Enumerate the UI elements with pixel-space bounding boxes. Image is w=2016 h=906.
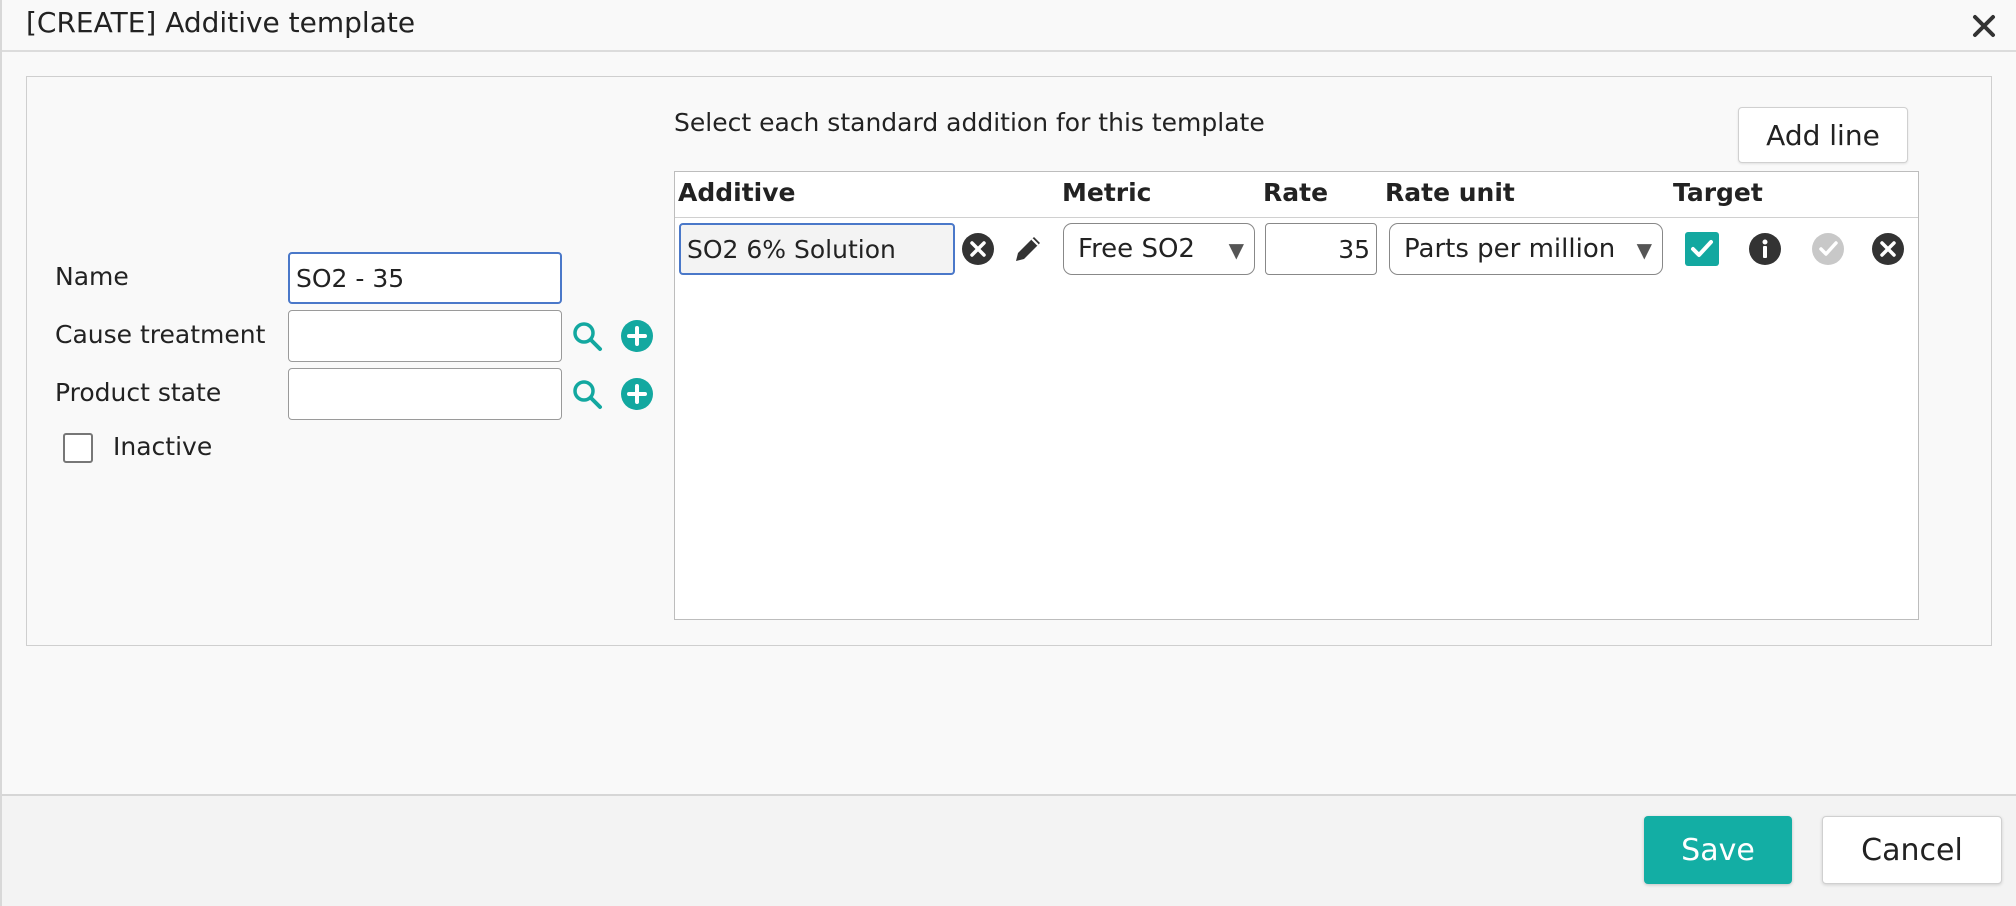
cause-treatment-search-icon[interactable] — [570, 319, 604, 353]
info-icon[interactable] — [1748, 232, 1782, 266]
rate-input[interactable]: 35 — [1265, 223, 1377, 275]
inactive-checkbox[interactable] — [63, 433, 93, 463]
cause-treatment-input[interactable] — [288, 310, 562, 362]
rate-unit-select-value: Parts per million — [1404, 234, 1616, 264]
product-state-input[interactable] — [288, 368, 562, 420]
target-checkbox[interactable] — [1685, 232, 1719, 266]
dialog-title: [CREATE] Additive template — [26, 6, 416, 39]
product-state-label: Product state — [55, 378, 222, 407]
cause-treatment-label: Cause treatment — [55, 320, 266, 349]
name-input[interactable]: SO2 - 35 — [288, 252, 562, 304]
column-header-rate-unit: Rate unit — [1385, 178, 1515, 207]
confirm-check-icon[interactable] — [1811, 232, 1845, 266]
chevron-down-icon: ▼ — [1636, 238, 1652, 262]
rate-unit-select[interactable]: Parts per million ▼ — [1389, 223, 1663, 275]
column-header-rate: Rate — [1263, 178, 1329, 207]
column-header-additive: Additive — [678, 178, 796, 207]
additions-instruction: Select each standard addition for this t… — [674, 108, 1265, 137]
chevron-down-icon: ▼ — [1228, 238, 1244, 262]
additions-grid: Additive Metric Rate Rate unit Target SO… — [674, 171, 1919, 620]
grid-header: Additive Metric Rate Rate unit Target — [675, 172, 1918, 218]
close-icon[interactable] — [1968, 10, 2000, 42]
column-header-target: Target — [1673, 178, 1763, 207]
product-state-add-icon[interactable] — [620, 377, 654, 411]
dialog-title-bar: [CREATE] Additive template — [2, 0, 2016, 52]
additive-input[interactable]: SO2 6% Solution — [679, 223, 955, 275]
save-button[interactable]: Save — [1644, 816, 1792, 884]
edit-additive-icon[interactable] — [1011, 232, 1045, 266]
clear-additive-icon[interactable] — [961, 232, 995, 266]
remove-line-icon[interactable] — [1871, 232, 1905, 266]
product-state-search-icon[interactable] — [570, 377, 604, 411]
cause-treatment-add-icon[interactable] — [620, 319, 654, 353]
metric-select-value: Free SO2 — [1078, 234, 1195, 264]
cancel-button[interactable]: Cancel — [1822, 816, 2002, 884]
metric-select[interactable]: Free SO2 ▼ — [1063, 223, 1255, 275]
name-label: Name — [55, 262, 129, 291]
additive-template-dialog: [CREATE] Additive template Name SO2 - 35… — [0, 0, 2016, 906]
add-line-button[interactable]: Add line — [1738, 107, 1908, 163]
inactive-label: Inactive — [113, 432, 213, 461]
column-header-metric: Metric — [1062, 178, 1152, 207]
